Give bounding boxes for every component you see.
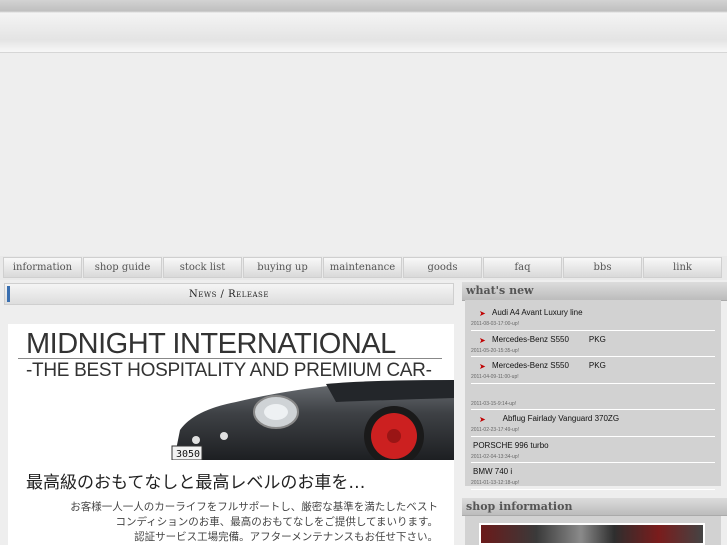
news-item[interactable]: ➤ Mercedes-Benz S550 PKG 2011-05-20-15:3… bbox=[471, 331, 715, 357]
nav-item-goods[interactable]: goods bbox=[403, 257, 482, 278]
news-item-title: PORSCHE 996 turbo bbox=[473, 440, 549, 450]
news-item-date: 2011-04-09-11:00-up! bbox=[471, 374, 519, 380]
main-nav: information shop guide stock list buying… bbox=[0, 256, 727, 280]
nav-item-stock-list[interactable]: stock list bbox=[163, 257, 242, 278]
news-item[interactable]: PORSCHE 996 turbo 2011-02-04-13:34-up! bbox=[471, 437, 715, 463]
bullet-icon: ➤ bbox=[479, 362, 486, 371]
news-item-title: Abflug Fairlady Vanguard 370ZG bbox=[492, 414, 620, 423]
news-item-title: Audi A4 Avant Luxury line bbox=[492, 308, 583, 317]
top-header-bar bbox=[0, 0, 727, 53]
nav-item-faq[interactable]: faq bbox=[483, 257, 562, 278]
nav-item-maintenance[interactable]: maintenance bbox=[323, 257, 402, 278]
news-item-date: 2011-08-03-17:00-up! bbox=[471, 321, 519, 327]
bullet-icon: ➤ bbox=[479, 309, 486, 318]
news-release-header: News / Release bbox=[4, 283, 454, 305]
news-item-date: 2011-02-04-13:34-up! bbox=[471, 453, 519, 460]
shop-information-panel bbox=[465, 516, 721, 545]
news-item-date: 2011-05-20-15:35-up! bbox=[471, 347, 519, 354]
bullet-icon: ➤ bbox=[479, 415, 486, 424]
headlight-inner bbox=[264, 404, 288, 420]
news-item-date: 2011-02-23-17:49-up! bbox=[471, 427, 519, 433]
nav-item-link[interactable]: link bbox=[643, 257, 722, 278]
news-item[interactable]: ➤ Mercedes-Benz S550 PKG 2011-04-09-11:0… bbox=[471, 357, 715, 384]
header-banner-area bbox=[0, 53, 727, 256]
bullet-icon: ➤ bbox=[479, 335, 486, 345]
news-item-date: 2011-01-13-12:18-up! bbox=[471, 480, 519, 486]
sidebar: what's new ➤ Audi A4 Avant Luxury line 2… bbox=[462, 282, 727, 545]
whats-new-list: ➤ Audi A4 Avant Luxury line 2011-08-03-1… bbox=[465, 300, 721, 490]
news-item[interactable]: 2011-03-15-9:14-up! bbox=[471, 384, 715, 410]
brand-tagline: -THE BEST HOSPITALITY AND PREMIUM CAR- bbox=[26, 360, 432, 381]
headline: 最高級のおもてなしと最高レベルのお車を… bbox=[26, 473, 366, 493]
news-item-title: Mercedes-Benz S550 PKG bbox=[492, 361, 606, 370]
description: お客様一人一人のカーライフをフルサポートし、厳密な基準を満たしたベスト コンディ… bbox=[38, 500, 438, 545]
fog-light-right bbox=[220, 432, 228, 440]
whats-new-header: what's new bbox=[462, 282, 727, 301]
shop-information-header: shop information bbox=[462, 498, 727, 516]
nav-item-bbs[interactable]: bbs bbox=[563, 257, 642, 278]
description-line-2: コンディションのお車、最高のおもてなしをご提供してまいります。 bbox=[115, 516, 438, 528]
nav-item-shop-guide[interactable]: shop guide bbox=[83, 257, 162, 278]
news-release-title: News / Release bbox=[189, 288, 269, 300]
news-item-date: 2011-03-15-9:14-up! bbox=[471, 400, 517, 407]
news-item[interactable]: BMW 740 i 2011-01-13-12:18-up! bbox=[471, 463, 715, 490]
brand-divider bbox=[18, 358, 442, 359]
description-line-1: お客様一人一人のカーライフをフルサポートし、厳密な基準を満たしたベスト bbox=[70, 501, 438, 513]
main-content: News / Release MIDNIGHT INTERNATIONAL -T… bbox=[0, 282, 460, 545]
porsche-car-image: 3050 bbox=[171, 380, 454, 460]
news-item[interactable]: ➤ Abflug Fairlady Vanguard 370ZG 2011-02… bbox=[471, 410, 715, 437]
shop-photo[interactable] bbox=[479, 523, 705, 545]
header-accent-bar bbox=[7, 286, 10, 302]
fog-light-left bbox=[192, 436, 200, 444]
nav-item-information[interactable]: information bbox=[3, 257, 82, 278]
brand-title: MIDNIGHT INTERNATIONAL bbox=[26, 328, 396, 360]
nav-item-buying-up[interactable]: buying up bbox=[243, 257, 322, 278]
news-item-title: Mercedes-Benz S550 PKG bbox=[492, 334, 606, 344]
license-plate-text: 3050 bbox=[176, 449, 200, 460]
wheel-hub bbox=[387, 429, 401, 443]
news-item[interactable]: ➤ Audi A4 Avant Luxury line 2011-08-03-1… bbox=[471, 304, 715, 331]
hero-banner[interactable]: MIDNIGHT INTERNATIONAL -THE BEST HOSPITA… bbox=[8, 324, 454, 545]
description-line-3: 認証サービス工場完備。アフターメンテナンスもお任せ下さい。 bbox=[134, 531, 438, 543]
news-item-title: BMW 740 i bbox=[473, 467, 513, 476]
